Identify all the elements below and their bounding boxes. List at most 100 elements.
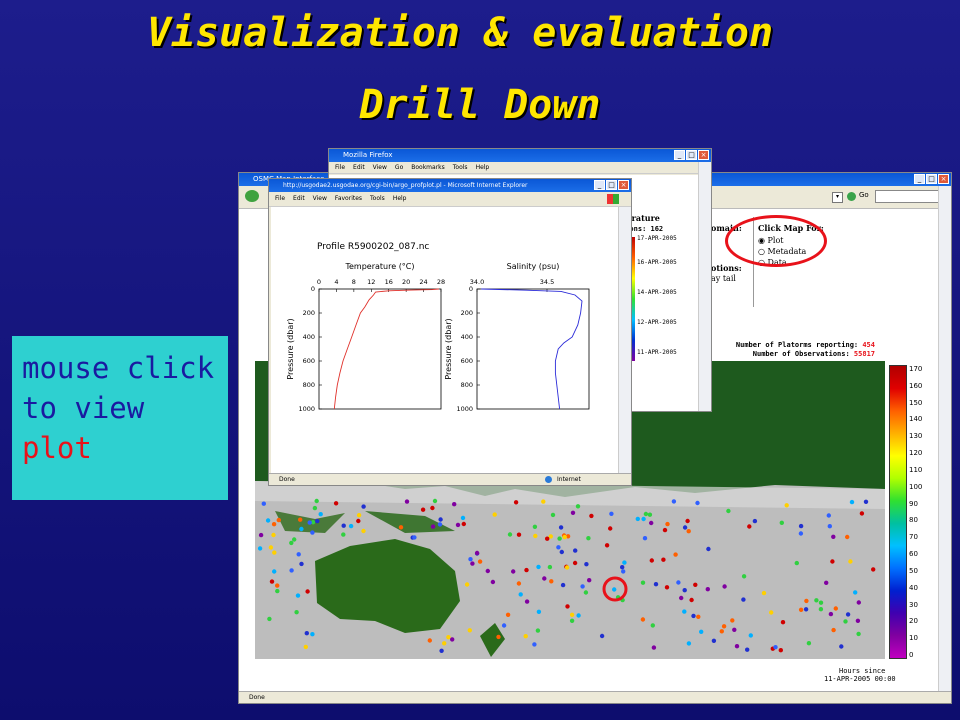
- float-marker[interactable]: [341, 523, 346, 528]
- float-marker[interactable]: [523, 634, 528, 639]
- float-marker[interactable]: [427, 638, 432, 643]
- back-arrow-icon[interactable]: [245, 190, 259, 202]
- float-marker[interactable]: [569, 618, 575, 623]
- close-button[interactable]: ×: [618, 180, 629, 190]
- float-marker[interactable]: [589, 513, 594, 519]
- float-marker[interactable]: [635, 516, 640, 522]
- float-marker[interactable]: [779, 520, 784, 525]
- float-marker[interactable]: [272, 569, 277, 574]
- maximize-button[interactable]: □: [926, 174, 937, 184]
- float-marker[interactable]: [580, 584, 585, 589]
- float-marker[interactable]: [268, 545, 274, 550]
- float-marker[interactable]: [586, 536, 591, 541]
- float-marker[interactable]: [686, 641, 692, 646]
- float-marker[interactable]: [356, 513, 362, 518]
- float-marker[interactable]: [524, 567, 529, 573]
- float-marker[interactable]: [849, 499, 855, 505]
- float-marker[interactable]: [294, 610, 299, 615]
- float-marker[interactable]: [661, 557, 666, 562]
- float-marker[interactable]: [827, 524, 832, 529]
- float-marker[interactable]: [516, 532, 522, 537]
- float-marker[interactable]: [682, 588, 687, 593]
- float-marker[interactable]: [511, 569, 516, 574]
- float-marker[interactable]: [299, 561, 304, 567]
- float-marker[interactable]: [798, 607, 804, 612]
- float-marker[interactable]: [505, 612, 511, 617]
- float-marker[interactable]: [312, 505, 318, 511]
- float-marker[interactable]: [562, 534, 567, 540]
- float-marker[interactable]: [267, 616, 272, 622]
- float-marker[interactable]: [564, 565, 570, 570]
- float-marker[interactable]: [691, 613, 696, 619]
- float-marker[interactable]: [560, 582, 566, 588]
- float-marker[interactable]: [647, 512, 653, 517]
- float-marker[interactable]: [305, 589, 310, 594]
- go-button[interactable]: Go: [859, 191, 869, 199]
- float-marker[interactable]: [412, 535, 417, 540]
- float-marker[interactable]: [818, 607, 824, 612]
- float-marker[interactable]: [650, 623, 655, 628]
- float-marker[interactable]: [496, 634, 501, 640]
- float-marker[interactable]: [310, 632, 315, 637]
- float-marker[interactable]: [830, 559, 835, 564]
- menu-view[interactable]: View: [313, 195, 327, 202]
- menu-edit[interactable]: Edit: [293, 195, 305, 202]
- float-marker[interactable]: [856, 631, 861, 637]
- float-marker[interactable]: [685, 518, 690, 524]
- float-marker[interactable]: [573, 548, 578, 553]
- float-marker[interactable]: [863, 499, 869, 504]
- float-marker[interactable]: [272, 550, 277, 555]
- float-marker[interactable]: [640, 617, 646, 622]
- float-marker[interactable]: [643, 511, 649, 517]
- float-marker[interactable]: [550, 512, 556, 518]
- float-marker[interactable]: [558, 525, 564, 530]
- float-marker[interactable]: [752, 518, 758, 524]
- float-marker[interactable]: [747, 524, 752, 529]
- float-marker[interactable]: [533, 533, 538, 539]
- float-marker[interactable]: [682, 525, 688, 530]
- maximize-button[interactable]: □: [606, 180, 617, 190]
- float-marker[interactable]: [524, 599, 530, 604]
- float-marker[interactable]: [664, 585, 670, 590]
- float-marker[interactable]: [439, 648, 444, 653]
- float-marker[interactable]: [461, 521, 466, 527]
- search-box[interactable]: [875, 190, 947, 203]
- float-marker[interactable]: [532, 524, 538, 529]
- float-marker[interactable]: [556, 545, 561, 550]
- float-marker[interactable]: [269, 579, 275, 584]
- float-marker[interactable]: [307, 520, 312, 525]
- float-marker[interactable]: [859, 511, 865, 516]
- float-marker[interactable]: [734, 644, 740, 649]
- minimize-button[interactable]: _: [914, 174, 925, 184]
- menu-go[interactable]: Go: [395, 164, 403, 171]
- float-marker[interactable]: [745, 647, 750, 652]
- float-marker[interactable]: [798, 523, 804, 529]
- float-marker[interactable]: [468, 557, 473, 562]
- float-marker[interactable]: [565, 604, 570, 609]
- maximize-button[interactable]: □: [686, 150, 697, 160]
- float-marker[interactable]: [730, 618, 735, 623]
- float-marker[interactable]: [569, 612, 575, 617]
- float-marker[interactable]: [275, 588, 280, 594]
- float-marker[interactable]: [575, 504, 581, 509]
- float-marker[interactable]: [437, 522, 443, 527]
- float-marker[interactable]: [719, 629, 724, 634]
- float-marker[interactable]: [584, 562, 589, 567]
- back-scrollbar[interactable]: [938, 186, 951, 691]
- float-marker[interactable]: [315, 518, 320, 524]
- float-marker[interactable]: [676, 580, 681, 585]
- float-marker[interactable]: [464, 582, 470, 587]
- float-marker[interactable]: [599, 633, 605, 639]
- float-marker[interactable]: [289, 568, 294, 573]
- mid-scrollbar[interactable]: [698, 162, 711, 411]
- float-marker[interactable]: [608, 526, 613, 531]
- float-marker[interactable]: [721, 624, 727, 629]
- float-marker[interactable]: [430, 505, 435, 511]
- float-marker[interactable]: [621, 569, 626, 574]
- float-marker[interactable]: [438, 517, 443, 522]
- float-marker[interactable]: [492, 512, 497, 517]
- float-marker[interactable]: [296, 552, 301, 557]
- float-marker[interactable]: [831, 534, 836, 539]
- float-marker[interactable]: [289, 540, 294, 546]
- float-marker[interactable]: [699, 629, 704, 634]
